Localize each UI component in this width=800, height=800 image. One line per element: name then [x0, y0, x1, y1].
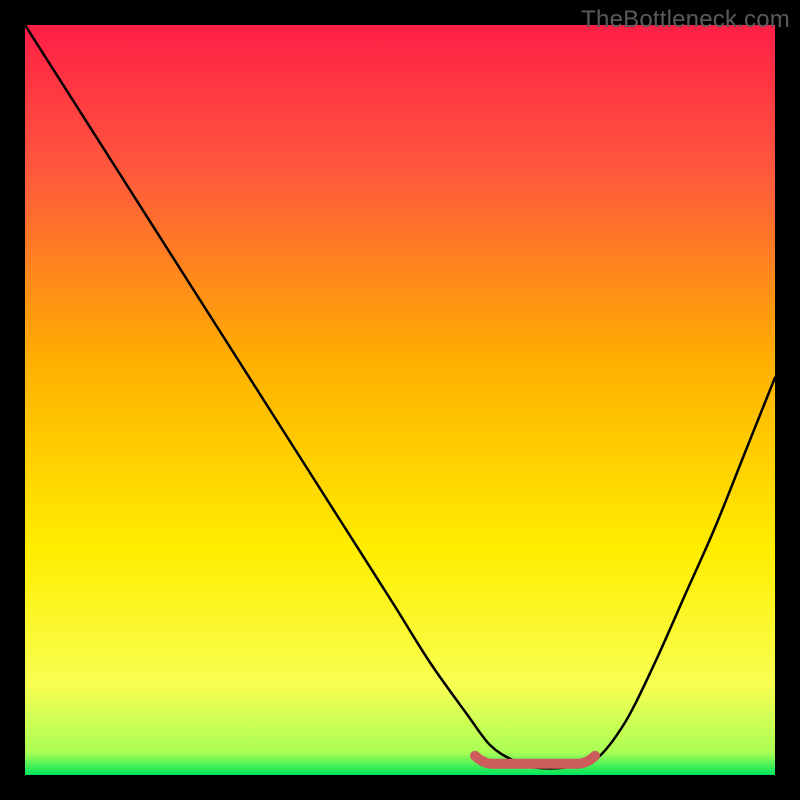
chart-background [25, 25, 775, 775]
chart-svg [25, 25, 775, 775]
plot-area [25, 25, 775, 775]
watermark-text: TheBottleneck.com [581, 6, 790, 34]
chart-frame: TheBottleneck.com [0, 0, 800, 800]
